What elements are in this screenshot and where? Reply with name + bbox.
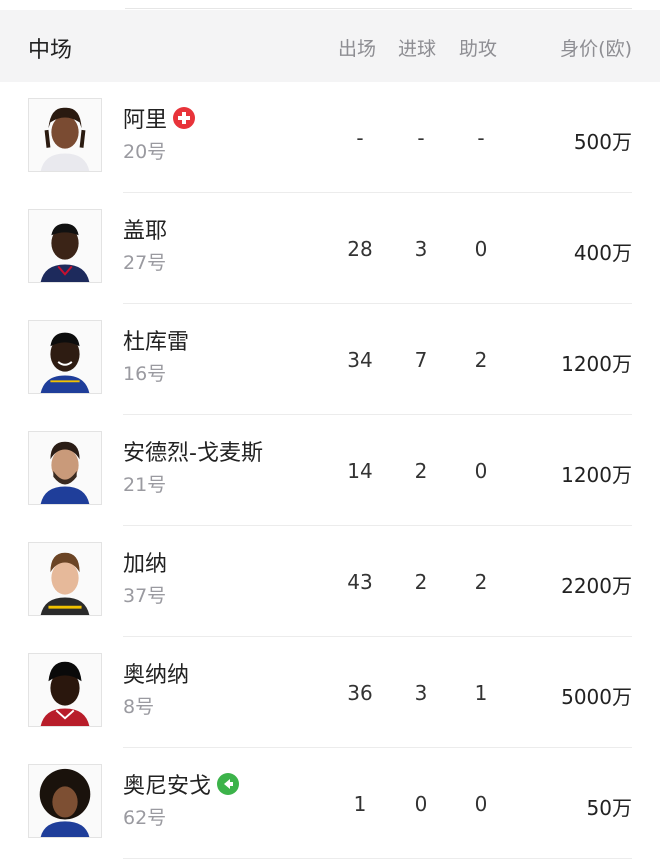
stat-assists: 0 [474, 459, 488, 483]
market-value: 1200万 [561, 352, 632, 376]
column-header-goals: 进球 [398, 38, 437, 60]
player-name: 安德烈-戈麦斯 [123, 441, 263, 466]
stat-assists: 2 [474, 570, 488, 594]
stat-apps: 14 [347, 459, 373, 483]
stat-goals: - [417, 126, 425, 150]
player-avatar [28, 542, 102, 616]
top-divider [125, 0, 632, 9]
stat-goals: 0 [414, 792, 428, 816]
column-header-apps: 出场 [338, 38, 377, 60]
player-name: 杜库雷 [123, 330, 190, 355]
player-number: 62号 [123, 807, 167, 829]
player-name: 奥纳纳 [123, 663, 190, 688]
market-value: 2200万 [561, 574, 632, 598]
stat-goals: 7 [414, 348, 428, 372]
stat-apps: 34 [347, 348, 373, 372]
stat-assists: 1 [474, 681, 488, 705]
player-row[interactable]: 奥尼安戈 62号 1 0 0 50万 [0, 748, 660, 859]
section-header: 中场 出场 进球 助攻 身价(欧) [0, 10, 660, 82]
player-number: 16号 [123, 363, 167, 385]
row-divider [123, 858, 632, 859]
stat-goals: 2 [414, 459, 428, 483]
market-value: 5000万 [561, 685, 632, 709]
player-number: 8号 [123, 696, 155, 718]
stat-apps: 36 [347, 681, 373, 705]
player-row[interactable]: 加纳 37号 43 2 2 2200万 [0, 526, 660, 637]
player-name: 盖耶 [123, 219, 168, 244]
player-row[interactable]: 奥纳纳 8号 36 3 1 5000万 [0, 637, 660, 748]
player-row[interactable]: 杜库雷 16号 34 7 2 1200万 [0, 304, 660, 415]
player-name: 加纳 [123, 552, 168, 577]
player-number: 37号 [123, 585, 167, 607]
player-row[interactable]: 盖耶 27号 28 3 0 400万 [0, 193, 660, 304]
stat-assists: - [477, 126, 485, 150]
stat-goals: 2 [414, 570, 428, 594]
player-avatar [28, 764, 102, 838]
player-avatar [28, 209, 102, 283]
player-row[interactable]: 安德烈-戈麦斯 21号 14 2 0 1200万 [0, 415, 660, 526]
injury-cross-icon [173, 107, 196, 129]
stat-assists: 2 [474, 348, 488, 372]
return-arrow-icon [217, 773, 240, 795]
stat-apps: 43 [347, 570, 373, 594]
market-value: 1200万 [561, 463, 632, 487]
player-number: 27号 [123, 252, 167, 274]
stat-apps: 1 [353, 792, 367, 816]
player-avatar [28, 431, 102, 505]
player-name: 阿里 [123, 102, 196, 134]
stat-apps: 28 [347, 237, 373, 261]
column-header-value: 身价(欧) [560, 38, 632, 60]
player-name: 奥尼安戈 [123, 768, 240, 800]
stat-goals: 3 [414, 237, 428, 261]
market-value: 400万 [573, 241, 632, 265]
player-avatar [28, 98, 102, 172]
stat-assists: 0 [474, 792, 488, 816]
section-title: 中场 [28, 38, 73, 63]
stat-assists: 0 [474, 237, 488, 261]
player-avatar [28, 320, 102, 394]
stat-goals: 3 [414, 681, 428, 705]
column-header-assists: 助攻 [459, 38, 498, 60]
player-number: 21号 [123, 474, 167, 496]
player-avatar [28, 653, 102, 727]
player-row[interactable]: 阿里 20号 - - - 500万 [0, 82, 660, 193]
market-value: 50万 [586, 796, 632, 820]
market-value: 500万 [573, 130, 632, 154]
player-number: 20号 [123, 141, 167, 163]
stat-apps: - [356, 126, 364, 150]
